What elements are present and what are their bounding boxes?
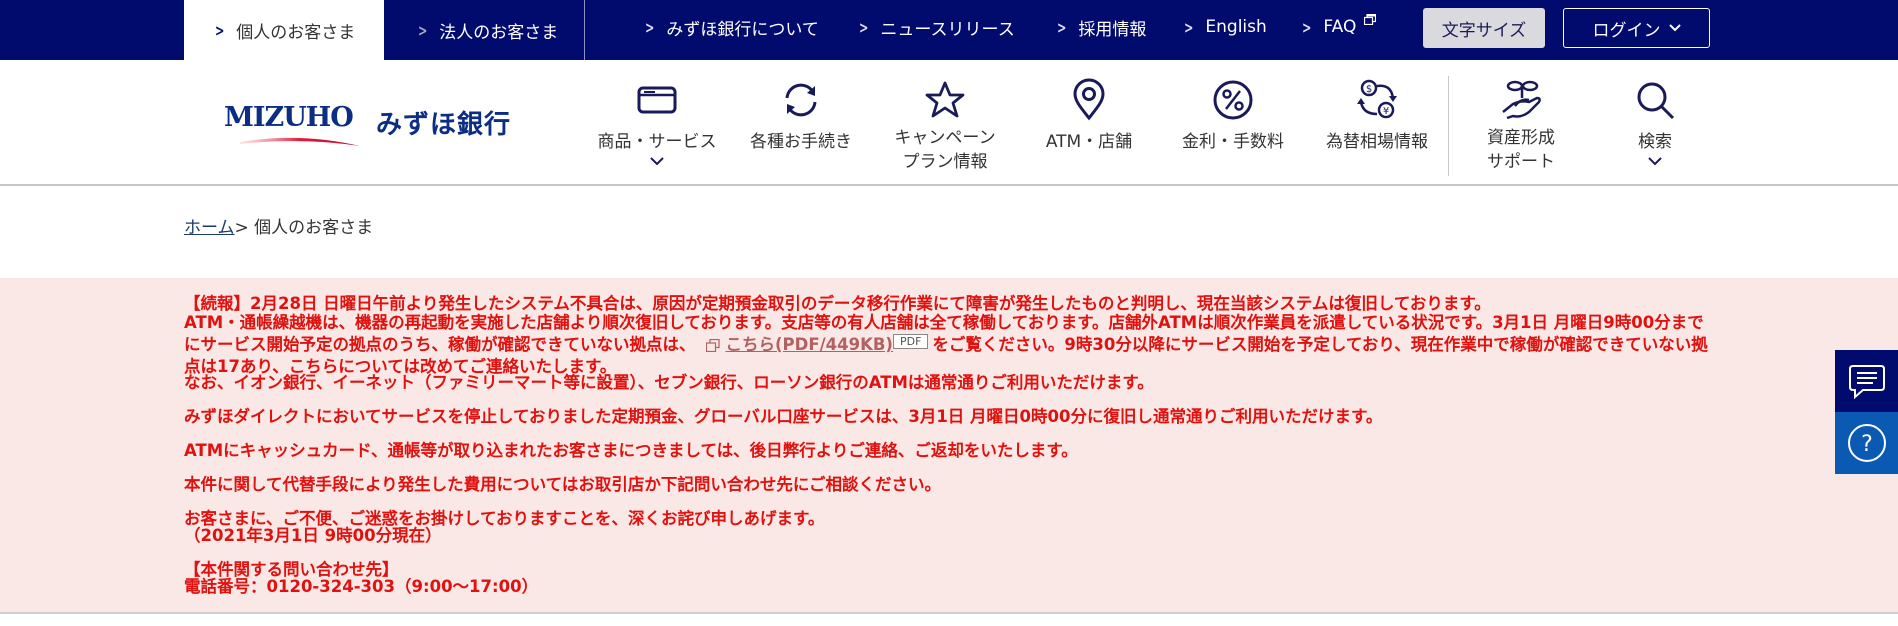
breadcrumb-home-link[interactable]: ホーム (184, 218, 235, 238)
link-label: English (1205, 17, 1267, 37)
svg-text:?: ? (1861, 432, 1873, 457)
notice-line-card: ATMにキャッシュカード、通帳等が取り込まれたお客さまにつきましては、後日弊行よ… (184, 441, 1078, 460)
login-button[interactable]: ログイン (1563, 8, 1710, 48)
nav-search[interactable]: 検索 (1590, 72, 1720, 182)
nav-label-line1: キャンペーン (894, 128, 996, 148)
nav-label: 各種お手続き (750, 132, 852, 152)
login-label: ログイン (1592, 20, 1661, 41)
chevron-down-icon (1668, 24, 1681, 32)
top-bar: > 個人のお客さま > 法人のお客さま > みずほ銀行について > ニュースリリ… (0, 0, 1898, 60)
star-icon (925, 81, 965, 118)
link-english[interactable]: > English (1182, 0, 1267, 54)
chevron-right-icon: > (1184, 17, 1194, 37)
tab-label: 法人のお客さま (439, 22, 559, 43)
help-icon: ? (1847, 424, 1886, 462)
nav-label: キャンペーン プラン情報 (880, 126, 1010, 174)
nav-label: ATM・店舗 (1045, 132, 1133, 152)
external-window-icon (1364, 13, 1377, 25)
notice-line-other-atm: なお、イオン銀行、イーネット（ファミリーマート等に設置）、セブン銀行、ローソン銀… (184, 373, 1154, 392)
notice-line-timestamp: （2021年3月1日 9時00分現在） (184, 526, 442, 545)
font-size-label: 文字サイズ (1441, 20, 1527, 41)
document-link-icon (705, 339, 720, 352)
link-faq[interactable]: > FAQ (1300, 0, 1377, 54)
nav-campaign[interactable]: キャンペーン プラン情報 (880, 72, 1010, 182)
nav-label: 検索 (1638, 132, 1672, 152)
chevron-right-icon: > (859, 17, 869, 37)
breadcrumb: ホーム> 個人のお客さま (184, 213, 373, 238)
logo-jp: みずほ銀行 (376, 110, 512, 140)
svg-text:$: $ (1366, 84, 1372, 95)
nav-exchange[interactable]: $ ¥ 為替相場情報 (1312, 72, 1442, 182)
chat-icon (1848, 365, 1885, 400)
tab-corporate[interactable]: > 法人のお客さま (392, 0, 582, 60)
notice-contact-phone: 電話番号：0120-324-303（9:00～17:00） (184, 577, 539, 596)
refresh-icon (785, 83, 817, 117)
divider (584, 0, 585, 60)
nav-label: 金利・手数料 (1182, 132, 1284, 152)
nav-divider (1448, 76, 1449, 176)
nav-label: 為替相場情報 (1326, 132, 1428, 152)
nav-products[interactable]: 商品・サービス (592, 72, 722, 182)
pdf-link[interactable]: こちら(PDF/449KB) (726, 335, 893, 354)
link-label: ニュースリリース (880, 19, 1015, 40)
logo-en: MIZUHO (224, 102, 354, 133)
chevron-down-icon (1648, 157, 1662, 166)
notice-paragraph-atm: ATM・通帳繰越機は、機器の再起動を実施した店舗より順次復旧しております。支店等… (184, 312, 1714, 378)
nav-atm[interactable]: ATM・店舗 (1024, 72, 1154, 182)
breadcrumb-current: 個人のお客さま (248, 218, 374, 238)
nav-procedures[interactable]: 各種お手続き (736, 72, 866, 182)
link-recruit[interactable]: > 採用情報 (1055, 0, 1146, 54)
link-label: 採用情報 (1078, 19, 1147, 40)
chevron-right-icon: > (1057, 17, 1067, 37)
search-icon (1637, 82, 1675, 120)
link-label: FAQ (1323, 17, 1357, 37)
plant-hand-icon (1502, 80, 1541, 120)
card-icon (637, 86, 677, 114)
currency-exchange-icon: $ ¥ (1357, 79, 1397, 119)
notice-divider (0, 612, 1898, 614)
chevron-right-icon: > (417, 20, 428, 40)
font-size-button[interactable]: 文字サイズ (1423, 8, 1545, 48)
link-news[interactable]: > ニュースリリース (857, 0, 1015, 54)
pdf-badge: PDF (892, 334, 929, 349)
logo[interactable]: MIZUHO みずほ銀行 (224, 100, 520, 152)
header-divider (0, 184, 1898, 186)
nav-label-line1: 資産形成 (1487, 128, 1555, 148)
nav-rates[interactable]: 金利・手数料 (1168, 72, 1298, 182)
help-button[interactable]: ? (1835, 412, 1898, 474)
chevron-down-icon (650, 157, 664, 166)
nav-label: 資産形成 サポート (1456, 126, 1586, 174)
nav-label-line2: プラン情報 (902, 152, 988, 172)
link-about[interactable]: > みずほ銀行について (643, 0, 819, 54)
chevron-right-icon: > (214, 20, 225, 40)
percent-icon (1213, 80, 1253, 120)
chevron-right-icon: > (645, 17, 655, 37)
link-label: みずほ銀行について (666, 19, 819, 40)
chevron-right-icon: > (1302, 17, 1312, 37)
tab-personal[interactable]: > 個人のお客さま (184, 0, 384, 60)
svg-text:¥: ¥ (1383, 106, 1389, 117)
chat-button[interactable] (1835, 350, 1898, 412)
breadcrumb-separator: > (234, 218, 249, 238)
notice-line-status: 【続報】2月28日 日曜日午前より発生したシステム不具合は、原因が定期預金取引の… (184, 294, 1491, 313)
map-pin-icon (1073, 78, 1105, 121)
logo-swoosh-icon (240, 137, 360, 146)
tab-label: 個人のお客さま (236, 22, 356, 43)
nav-label: 商品・サービス (597, 132, 717, 152)
notice-line-cost: 本件に関して代替手段により発生した費用についてはお取引店か下記問い合わせ先にご相… (184, 475, 942, 494)
nav-asset-support[interactable]: 資産形成 サポート (1456, 72, 1586, 182)
nav-label-line2: サポート (1487, 152, 1555, 172)
notice-line-direct: みずほダイレクトにおいてサービスを停止しておりました定期預金、グローバル口座サー… (184, 407, 1383, 426)
